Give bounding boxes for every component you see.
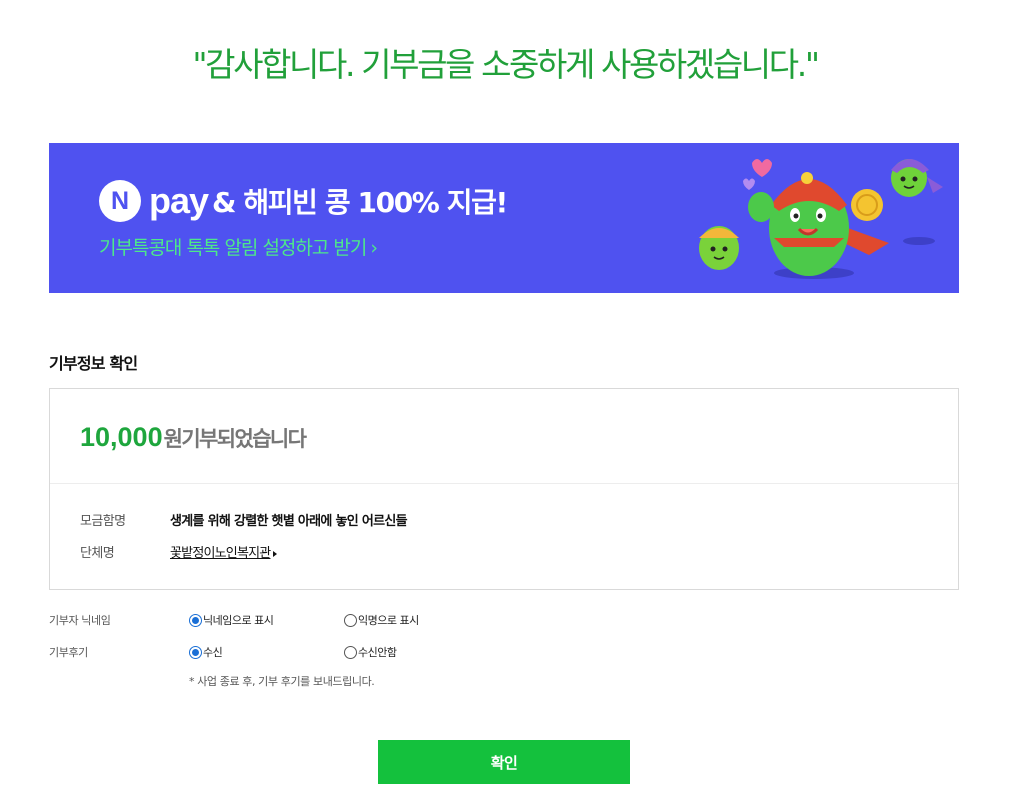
confirm-button[interactable]: 확인 (378, 740, 630, 784)
nickname-radio-show[interactable]: 닉네임으로 표시 (189, 612, 344, 628)
nickname-radio-show-label: 닉네임으로 표시 (203, 614, 274, 627)
banner-subtitle-text: 기부특콩대 톡톡 알림 설정하고 받기 (99, 237, 367, 259)
review-label: 기부후기 (49, 646, 88, 659)
review-radio-decline-label: 수신안함 (358, 646, 397, 659)
nickname-option-row: 기부자 닉네임 닉네임으로 표시 익명으로 표시 (49, 612, 499, 628)
review-radio-decline[interactable]: 수신안함 (344, 644, 499, 660)
mascot-illustration (699, 159, 943, 279)
nickname-radio-anonymous[interactable]: 익명으로 표시 (344, 612, 499, 628)
divider (50, 483, 958, 484)
nickname-label: 기부자 닉네임 (49, 614, 111, 627)
donation-info-box: 10,000 원기부되었습니다 모금함명 생계를 위해 강렬한 햇볕 아래에 놓… (49, 388, 959, 590)
chevron-right-icon: › (370, 237, 378, 259)
radio-unselected-icon[interactable] (344, 645, 357, 659)
review-radio-receive-label: 수신 (203, 646, 223, 659)
npay-promo-banner[interactable]: N pay & 해피빈 콩 100% 지급! 기부특콩대 톡톡 알림 설정하고 … (49, 143, 959, 293)
campaign-value: 생계를 위해 강렬한 햇볕 아래에 놓인 어르신들 (170, 514, 408, 529)
campaign-label: 모금함명 (80, 514, 126, 529)
nickname-radio-anonymous-label: 익명으로 표시 (358, 614, 419, 627)
banner-title: N pay & 해피빈 콩 100% 지급! (99, 180, 508, 222)
banner-headline: & 해피빈 콩 100% 지급! (212, 186, 508, 219)
donation-amount: 10,000 (80, 422, 163, 452)
thank-you-headline: "감사합니다. 기부금을 소중하게 사용하겠습니다." (192, 45, 820, 84)
small-bean-mascot-icon (699, 226, 739, 270)
npay-logo-text: pay (149, 180, 209, 221)
organization-link[interactable]: 꽃밭정이노인복지관 (170, 542, 278, 561)
review-note: * 사업 종료 후, 기부 후기를 보내드립니다. (189, 675, 375, 688)
donation-amount-suffix: 원기부되었습니다 (163, 427, 307, 451)
organization-row: 단체명 꽃밭정이노인복지관 (80, 542, 278, 561)
banner-subtitle-link[interactable]: 기부특콩대 톡톡 알림 설정하고 받기 › (99, 233, 378, 260)
review-option-row: 기부후기 수신 수신안함 (49, 644, 499, 660)
donation-amount-row: 10,000 원기부되었습니다 (80, 422, 307, 453)
arrow-right-icon (273, 550, 278, 557)
flying-bean-mascot-icon (891, 159, 943, 245)
npay-logo-icon: N (99, 180, 141, 222)
organization-label: 단체명 (80, 546, 115, 561)
section-title: 기부정보 확인 (49, 354, 138, 373)
radio-selected-icon[interactable] (189, 613, 202, 627)
review-radio-receive[interactable]: 수신 (189, 644, 344, 660)
radio-unselected-icon[interactable] (344, 613, 357, 627)
campaign-row: 모금함명 생계를 위해 강렬한 햇볕 아래에 놓인 어르신들 (80, 510, 408, 529)
radio-selected-icon[interactable] (189, 645, 202, 659)
hero-bean-mascot-icon (748, 172, 889, 279)
organization-name: 꽃밭정이노인복지관 (170, 546, 271, 561)
